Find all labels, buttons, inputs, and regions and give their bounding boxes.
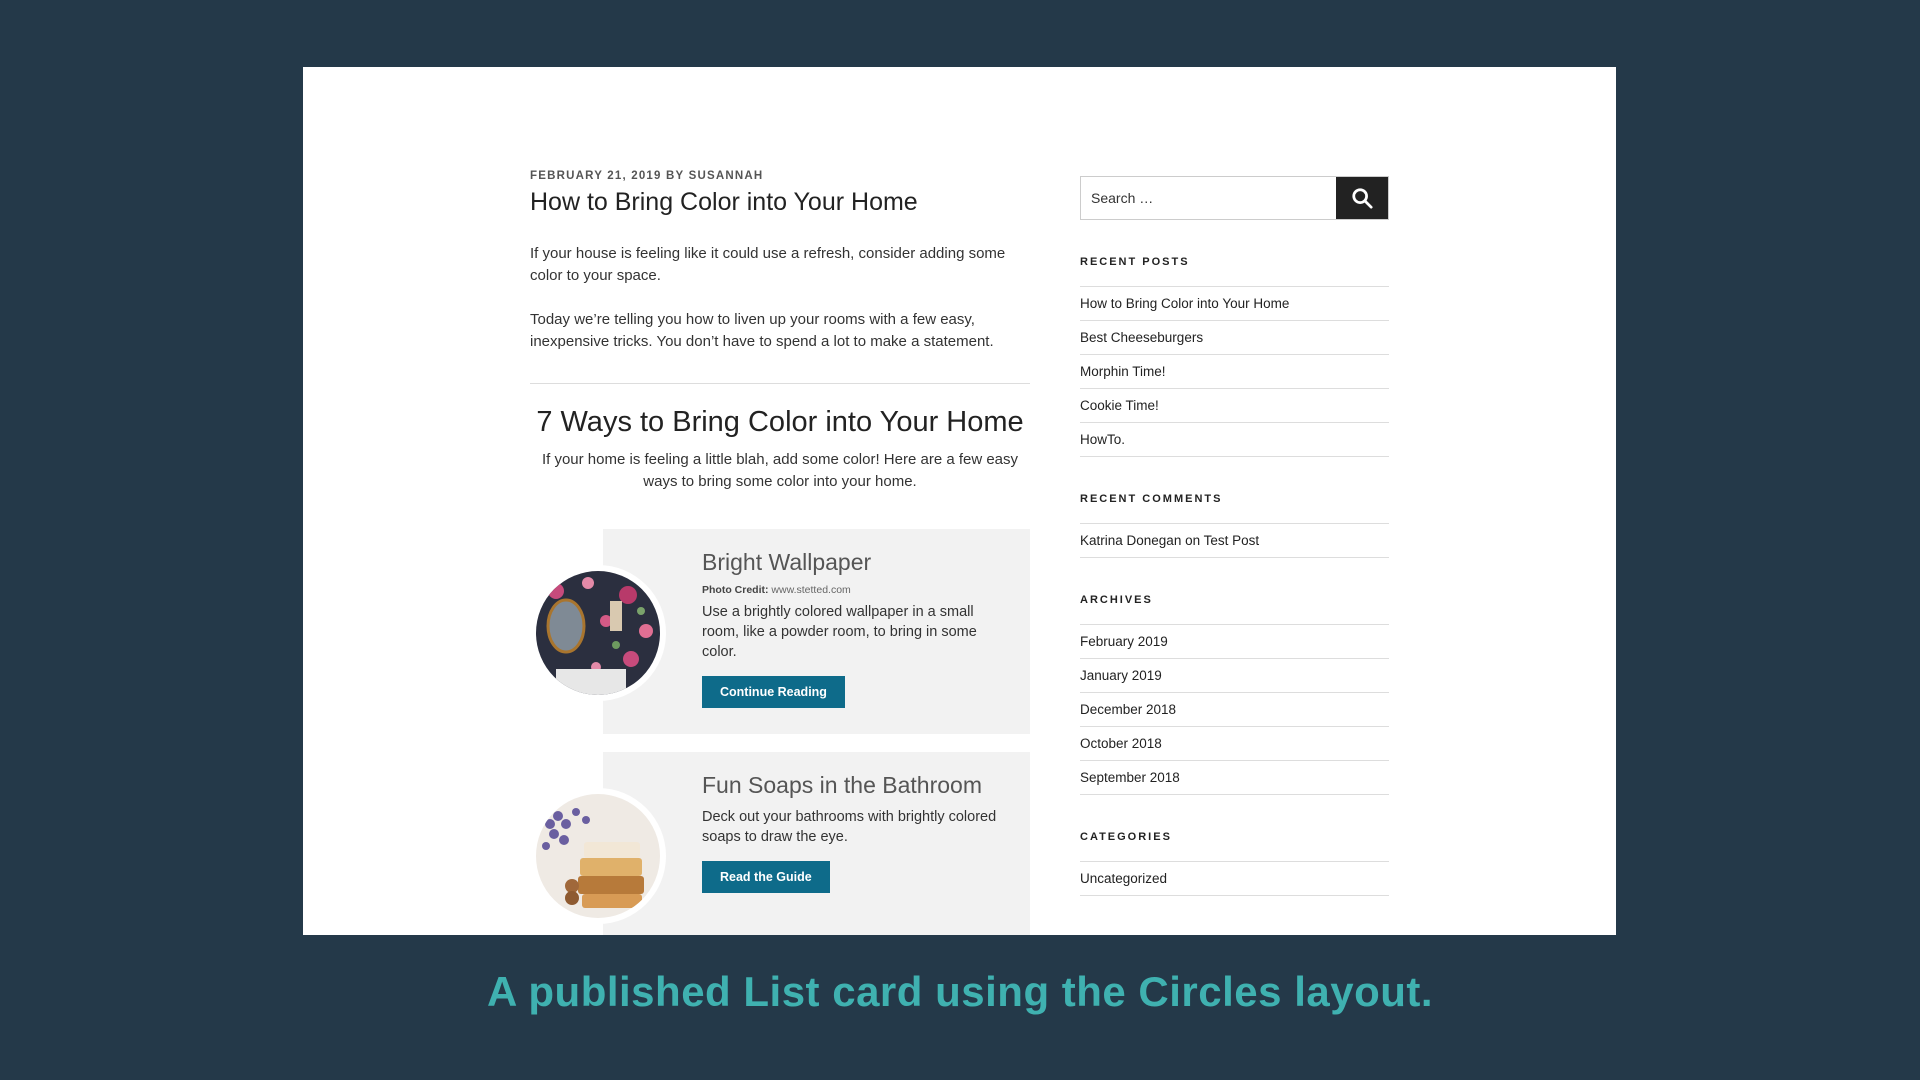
archive-link[interactable]: December 2018: [1080, 693, 1389, 727]
archive-link[interactable]: February 2019: [1080, 625, 1389, 659]
archive-link[interactable]: September 2018: [1080, 761, 1389, 795]
photo-credit: Photo Credit: www.stetted.com: [702, 584, 1010, 596]
category-link[interactable]: Uncategorized: [1080, 862, 1389, 896]
archives-list: February 2019 January 2019 December 2018…: [1080, 624, 1389, 795]
archive-link[interactable]: October 2018: [1080, 727, 1389, 761]
recent-comments-list: Katrina Donegan on Test Post: [1080, 523, 1389, 558]
card-description: Use a brightly colored wallpaper in a sm…: [702, 604, 977, 660]
sidebar: RECENT POSTS How to Bring Color into You…: [1080, 176, 1389, 896]
archive-link[interactable]: January 2019: [1080, 659, 1389, 693]
recent-post-link[interactable]: Morphin Time!: [1080, 355, 1389, 389]
categories-widget: CATEGORIES Uncategorized: [1080, 831, 1389, 896]
soaps-image: [536, 794, 660, 918]
list-card-item: Fun Soaps in the Bathroom Deck out your …: [530, 752, 1030, 935]
list-card-item: Bright Wallpaper Photo Credit: www.stett…: [530, 529, 1030, 734]
card-body: Bright Wallpaper Photo Credit: www.stett…: [702, 549, 1010, 708]
recent-posts-widget: RECENT POSTS How to Bring Color into You…: [1080, 256, 1389, 457]
post-paragraph: Today we’re telling you how to liven up …: [530, 311, 994, 350]
card-image-circle: [530, 788, 666, 924]
photo-credit-label: Photo Credit:: [702, 584, 769, 596]
recent-post-link[interactable]: Best Cheeseburgers: [1080, 321, 1389, 355]
widget-title: RECENT COMMENTS: [1080, 493, 1223, 505]
widget-title: CATEGORIES: [1080, 831, 1172, 843]
wallpaper-image: [536, 571, 660, 695]
recent-comment-link[interactable]: Katrina Donegan on Test Post: [1080, 524, 1389, 558]
search-button[interactable]: [1336, 177, 1388, 219]
card-title: Bright Wallpaper: [702, 549, 872, 575]
search-input[interactable]: [1081, 177, 1336, 219]
card-description: Deck out your bathrooms with brightly co…: [702, 809, 997, 845]
photo-credit-value[interactable]: www.stetted.com: [771, 584, 850, 596]
search-form: [1080, 176, 1389, 220]
browser-screenshot: FEBRUARY 21, 2019 BY SUSANNAH How to Bri…: [303, 67, 1616, 935]
recent-posts-list: How to Bring Color into Your Home Best C…: [1080, 286, 1389, 457]
list-title: 7 Ways to Bring Color into Your Home: [536, 406, 1024, 438]
categories-list: Uncategorized: [1080, 861, 1389, 896]
recent-post-link[interactable]: How to Bring Color into Your Home: [1080, 287, 1389, 321]
read-the-guide-button[interactable]: Read the Guide: [702, 861, 830, 893]
list-intro: If your home is feeling a little blah, a…: [541, 451, 1019, 490]
post-meta: FEBRUARY 21, 2019 BY SUSANNAH: [530, 170, 764, 182]
recent-comments-widget: RECENT COMMENTS Katrina Donegan on Test …: [1080, 493, 1389, 558]
post-content: FEBRUARY 21, 2019 BY SUSANNAH How to Bri…: [530, 170, 1030, 935]
continue-reading-button[interactable]: Continue Reading: [702, 676, 845, 708]
post-paragraph: If your house is feeling like it could u…: [530, 245, 1006, 284]
recent-post-link[interactable]: Cookie Time!: [1080, 389, 1389, 423]
card-body: Fun Soaps in the Bathroom Deck out your …: [702, 772, 1010, 893]
divider: [530, 383, 1030, 384]
slide-caption: A published List card using the Circles …: [486, 968, 1434, 1015]
search-icon: [1352, 188, 1373, 209]
recent-post-link[interactable]: HowTo.: [1080, 423, 1389, 457]
card-title: Fun Soaps in the Bathroom: [702, 772, 982, 798]
card-image-circle: [530, 565, 666, 701]
widget-title: RECENT POSTS: [1080, 256, 1190, 268]
post-title[interactable]: How to Bring Color into Your Home: [530, 188, 1030, 217]
archives-widget: ARCHIVES February 2019 January 2019 Dece…: [1080, 594, 1389, 795]
widget-title: ARCHIVES: [1080, 594, 1153, 606]
